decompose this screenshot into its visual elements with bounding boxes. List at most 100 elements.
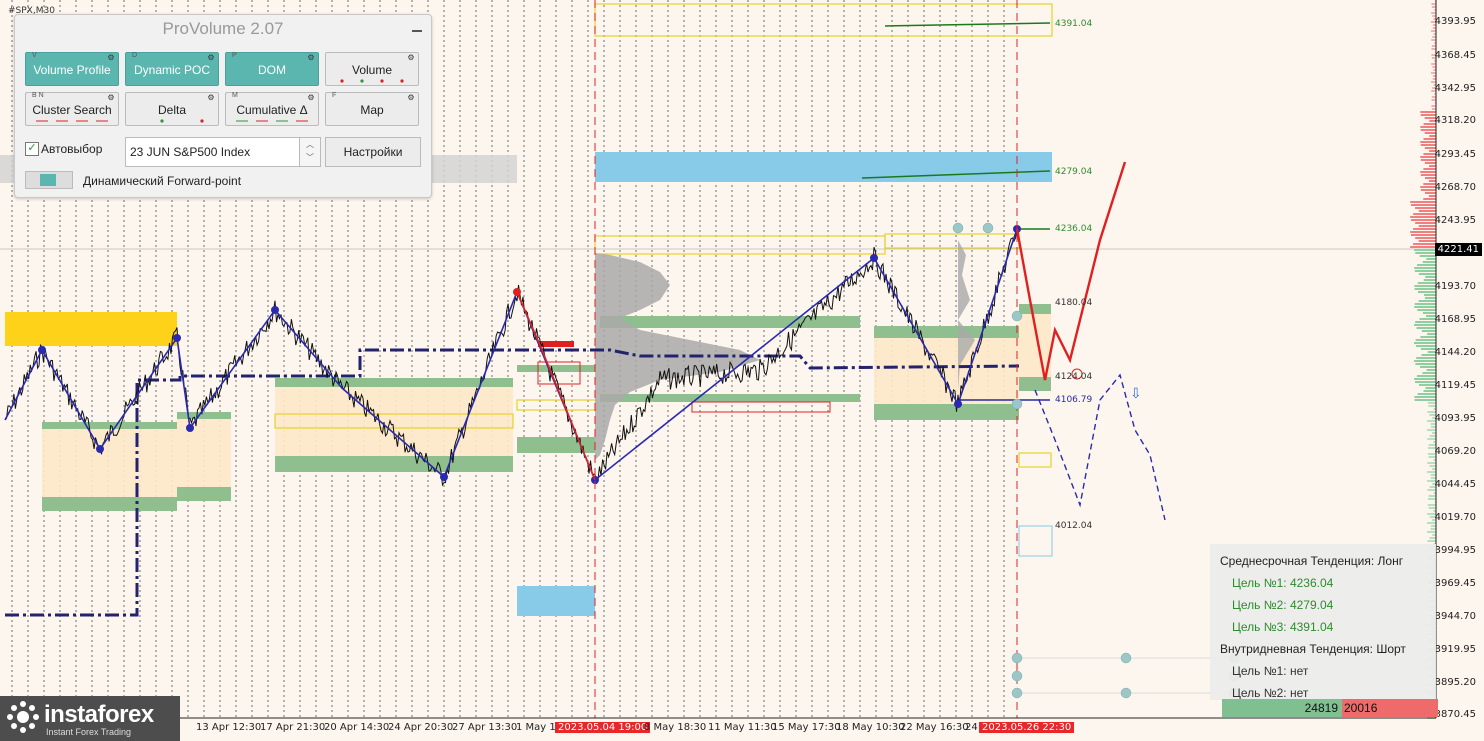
hotkey-label: M: [232, 92, 238, 99]
histogram-bar: [1427, 462, 1436, 464]
histogram-bar: [1418, 225, 1436, 227]
price-tick-label: 4168.95: [1434, 314, 1476, 325]
histogram-bar: [1431, 6, 1436, 8]
histogram-bar: [1414, 303, 1436, 305]
histogram-bar: [1427, 540, 1436, 542]
histogram-bar: [1423, 168, 1436, 170]
forward-point-toggle[interactable]: [25, 171, 73, 189]
histogram-bar: [1410, 231, 1436, 233]
time-tick-label: 24 Apr 20:30: [388, 722, 454, 733]
yellow-zone: [5, 312, 177, 346]
volume-balance-bar: 24819 20016: [1222, 699, 1438, 717]
histogram-bar: [1431, 96, 1436, 98]
time-tick-label: 15 May 17:30: [772, 722, 841, 733]
price-tick-label: 4044.45: [1434, 479, 1476, 490]
buy-volume: 24819: [1222, 699, 1342, 717]
gear-icon[interactable]: ⚙: [407, 94, 415, 102]
gear-icon[interactable]: ⚙: [207, 94, 215, 102]
hotkey-label: F: [332, 92, 337, 99]
histogram-bar: [1415, 222, 1436, 224]
blue-outline: [1018, 525, 1053, 557]
indicator-dashes: [36, 120, 108, 122]
provolume-panel[interactable]: ProVolume 2.07 V ⚙ Volume Profile D ⚙ Dy…: [14, 14, 432, 198]
hotkey-label: D: [132, 52, 138, 59]
time-tick-label: 11 May 11:30: [708, 722, 777, 733]
price-tick-label: 3969.45: [1434, 578, 1476, 589]
histogram-bar: [1415, 252, 1436, 254]
level-label-4279: 4279.04: [1055, 167, 1093, 177]
histogram-bar: [1432, 468, 1436, 470]
medium-trend-title: Среднесрочная Тенденция: Лонг: [1220, 554, 1404, 568]
histogram-bar: [1432, 432, 1436, 434]
dynamic-poc-button[interactable]: D ⚙ Dynamic POC: [125, 52, 219, 86]
cumulative-delta-button[interactable]: M ⚙ Cumulative Δ: [225, 92, 319, 126]
price-tick-label: 4342.95: [1434, 83, 1476, 94]
auto-select-checkbox[interactable]: ✓: [25, 142, 39, 156]
map-button[interactable]: F ⚙ Map: [325, 92, 419, 126]
histogram-bar: [1420, 336, 1436, 338]
time-tick-label: 2023.05.26 22:30: [979, 722, 1075, 733]
intraday-target-1: Цель №1: нет: [1232, 664, 1309, 678]
indicator-dots: [160, 119, 204, 123]
histogram-bar: [1428, 195, 1436, 197]
price-tick-label: 3944.70: [1434, 611, 1476, 622]
dom-button[interactable]: P ⚙ DOM: [225, 52, 319, 86]
histogram-bar: [1414, 396, 1436, 398]
histogram-bar: [1428, 495, 1436, 497]
stepper-icon[interactable]: ︿ ﹀: [299, 138, 320, 166]
histogram-bar: [1430, 474, 1436, 476]
delta-button[interactable]: ⚙ Delta: [125, 92, 219, 126]
histogram-bar: [1420, 186, 1436, 188]
time-tick-label: 17 Apr 21:30: [260, 722, 326, 733]
histogram-bar: [1414, 342, 1436, 344]
histogram-bar: [1413, 243, 1436, 245]
button-label: Dynamic POC: [133, 63, 210, 77]
histogram-bar: [1417, 264, 1436, 266]
logo-icon: [7, 701, 39, 733]
histogram-bar: [1420, 129, 1436, 131]
intraday-trend-title: Внутридневная Тенденция: Шорт: [1220, 642, 1406, 656]
hotkey-label: V: [32, 52, 37, 59]
button-label: Volume: [351, 63, 393, 77]
volume-button[interactable]: ⚙ Volume: [325, 52, 419, 86]
dot-markers: [952, 222, 1240, 699]
histogram-bar: [1422, 372, 1436, 374]
histogram-bar: [1414, 270, 1436, 272]
histogram-bar: [1414, 381, 1436, 383]
histogram-bar: [1418, 240, 1436, 242]
histogram-bar: [1428, 507, 1436, 509]
gear-icon[interactable]: ⚙: [107, 94, 115, 102]
histogram-bar: [1431, 12, 1436, 14]
price-tick-label: 3870.45: [1434, 709, 1476, 720]
histogram-bar: [1410, 246, 1436, 248]
arrow-down-icon: ⇩: [1130, 385, 1142, 401]
histogram-bar: [1424, 177, 1436, 179]
volume-profile-button[interactable]: V ⚙ Volume Profile: [25, 52, 119, 86]
settings-button[interactable]: Настройки: [325, 137, 421, 167]
instrument-value: 23 JUN S&P500 Index: [130, 145, 251, 159]
gear-icon[interactable]: ⚙: [207, 54, 215, 62]
price-tick-label: 3895.20: [1434, 677, 1476, 688]
price-tick-label: 4243.95: [1434, 215, 1476, 226]
beige-zone: [874, 330, 1019, 416]
cluster-search-button[interactable]: B N ⚙ Cluster Search: [25, 92, 119, 126]
histogram-bar: [1417, 282, 1436, 284]
histogram-bar: [1431, 108, 1436, 110]
price-tick-label: 4393.95: [1434, 16, 1476, 27]
gear-icon[interactable]: ⚙: [307, 94, 315, 102]
histogram-bar: [1415, 321, 1436, 323]
instaforex-logo: instaforex Instant Forex Trading: [0, 696, 180, 741]
histogram-bar: [1423, 138, 1436, 140]
gear-icon[interactable]: ⚙: [407, 54, 415, 62]
histogram-bar: [1419, 255, 1436, 257]
histogram-bar: [1414, 306, 1436, 308]
instrument-select[interactable]: 23 JUN S&P500 Index ︿ ﹀: [125, 137, 321, 167]
minimize-icon[interactable]: [411, 21, 423, 33]
price-tick-label: 4019.70: [1434, 512, 1476, 523]
blue-zone: [595, 152, 1052, 182]
histogram-bar: [1431, 3, 1436, 5]
medium-target-2: Цель №2: 4279.04: [1232, 598, 1334, 612]
gear-icon[interactable]: ⚙: [107, 54, 115, 62]
hotkey-label: P: [232, 52, 237, 59]
gear-icon[interactable]: ⚙: [307, 54, 315, 62]
